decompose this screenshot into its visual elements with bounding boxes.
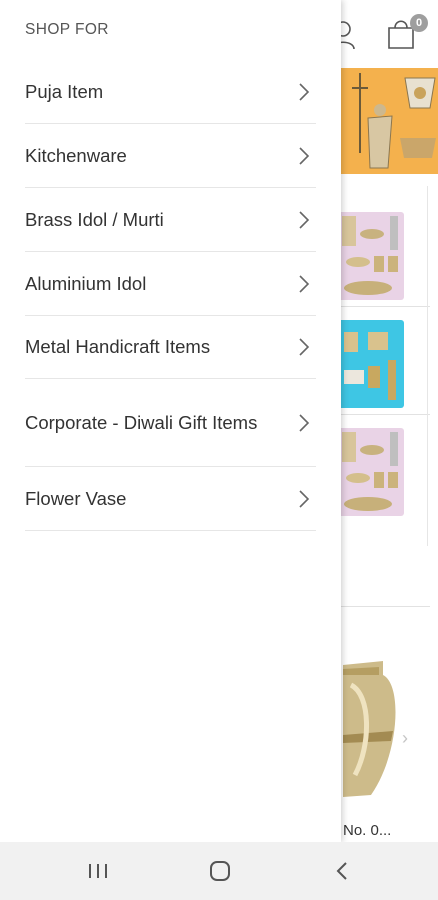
handicraft-image <box>344 332 396 400</box>
product-card[interactable] <box>340 645 411 845</box>
recent-apps-button[interactable] <box>68 842 128 900</box>
navigation-drawer: SHOP FOR Puja Item Kitchenware Brass Ido… <box>0 0 341 842</box>
kitchenware-image <box>342 432 398 511</box>
drawer-title: SHOP FOR <box>25 21 109 38</box>
divider <box>340 306 430 307</box>
category-tile[interactable] <box>338 320 404 408</box>
cart-count-badge: 0 <box>410 14 428 32</box>
menu-item-label: Aluminium Idol <box>25 272 147 294</box>
chevron-right-icon <box>299 146 310 165</box>
brass-pot-image <box>343 661 396 797</box>
menu-item-flower-vase[interactable]: Flower Vase <box>25 467 316 531</box>
home-button[interactable] <box>190 842 250 900</box>
menu-item-brass-idol[interactable]: Brass Idol / Murti <box>25 188 316 252</box>
menu-item-label: Puja Item <box>25 80 104 102</box>
menu-item-metal-handicraft[interactable]: Metal Handicraft Items <box>25 316 316 379</box>
category-tile[interactable] <box>338 428 404 516</box>
menu-item-label: Kitchenware <box>25 144 127 166</box>
menu-item-label: Corporate - Diwali Gift Items <box>25 411 258 433</box>
divider <box>340 606 430 607</box>
category-menu: Puja Item Kitchenware Brass Idol / Murti… <box>0 60 341 531</box>
recent-apps-icon <box>89 864 107 878</box>
menu-item-corporate-gift[interactable]: Corporate - Diwali Gift Items <box>25 379 316 467</box>
menu-item-kitchenware[interactable]: Kitchenware <box>25 124 316 188</box>
category-tile[interactable] <box>338 212 404 300</box>
back-icon <box>336 862 347 880</box>
back-button[interactable] <box>312 842 372 900</box>
divider <box>340 414 430 415</box>
promo-banner[interactable] <box>340 68 438 174</box>
chevron-right-icon <box>299 338 310 356</box>
chevron-right-icon <box>299 489 310 508</box>
kitchenware-image <box>342 216 398 295</box>
brass-items-image <box>352 73 436 169</box>
system-nav-bar <box>0 842 438 900</box>
chevron-right-icon[interactable]: › <box>402 728 408 749</box>
divider <box>427 186 428 546</box>
header-actions: 0 <box>330 14 430 58</box>
menu-item-label: Flower Vase <box>25 487 127 509</box>
menu-item-label: Metal Handicraft Items <box>25 336 211 357</box>
chevron-right-icon <box>299 274 310 293</box>
screen: 0 › No. 0... SHOP FOR Puja Item Kitchenw… <box>0 0 438 900</box>
chevron-right-icon <box>299 413 310 432</box>
product-name[interactable]: No. 0... <box>343 822 391 839</box>
home-icon <box>210 861 230 881</box>
chevron-right-icon <box>299 82 310 101</box>
chevron-right-icon <box>299 210 310 229</box>
menu-item-aluminium-idol[interactable]: Aluminium Idol <box>25 252 316 316</box>
menu-item-puja-item[interactable]: Puja Item <box>25 60 316 124</box>
menu-item-label: Brass Idol / Murti <box>25 208 164 230</box>
